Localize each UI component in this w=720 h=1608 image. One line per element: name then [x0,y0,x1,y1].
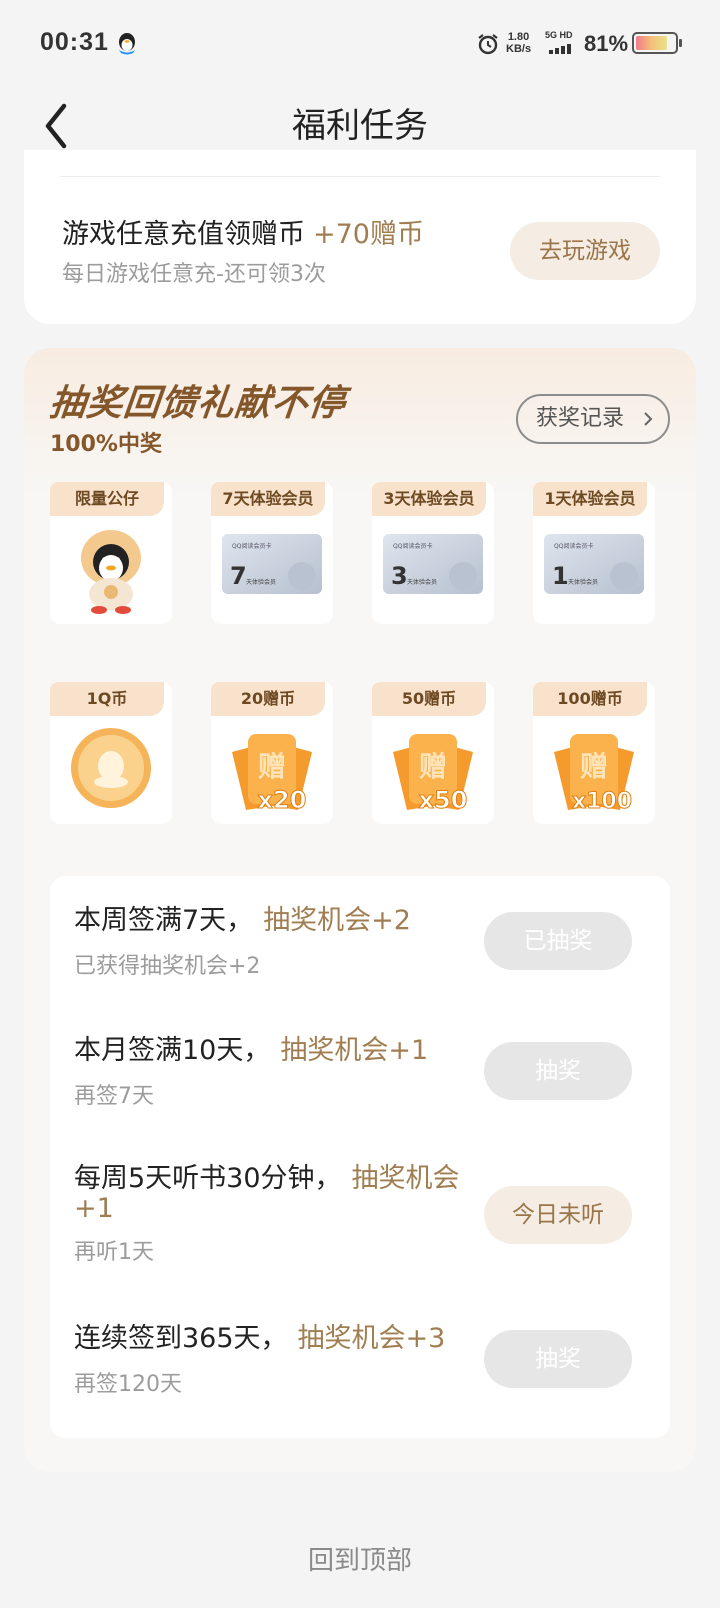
lottery-task-list: 本周签满7天， 抽奖机会+2 已获得抽奖机会+2 已抽奖 本月签满10天， 抽奖机会… [50,876,670,1438]
network-type: 5G HD [545,30,573,40]
prize-label: 100赠币 [533,682,647,716]
game-task-reward: +70赠币 [313,219,424,250]
signal-indicator: 5G HD [545,30,581,56]
svg-text:天体验会员: 天体验会员 [246,578,276,586]
list-item: 连续签到365天， 抽奖机会+3 再签120天 抽奖 [50,1324,670,1434]
list-item: 每周5天听书30分钟， 抽奖机会+1 再听1天 今日未听 [50,1164,670,1294]
penguin-doll-icon [81,530,141,614]
task-title: 本月签满10天， 抽奖机会+1 [74,1035,429,1066]
prize-label: 20赠币 [211,682,325,716]
task-reward: 抽奖机会+3 [297,1323,446,1354]
prize-item-member-3: 3天体验会员 QQ阅读会员卡 3 天体验会员 [372,482,494,624]
svg-text:x50: x50 [419,786,468,814]
battery-icon [632,32,682,54]
game-task-card: 游戏任意充值领赠币 +70赠币 每日游戏任意充-还可领3次 去玩游戏 [24,150,696,324]
prize-item-qcoin: 1Q币 [50,682,172,824]
member-card-icon: QQ阅读会员卡 7 天体验会员 [222,534,322,594]
not-listened-today-button[interactable]: 今日未听 [484,1186,632,1244]
task-subtitle: 再签120天 [74,1372,182,1397]
list-item: 本周签满7天， 抽奖机会+2 已获得抽奖机会+2 已抽奖 [50,906,670,1016]
member-card-icon: QQ阅读会员卡 1 天体验会员 [544,534,644,594]
task-subtitle: 再听1天 [74,1240,154,1265]
gift-coin-icon: 赠 x100 [554,734,634,814]
prize-label: 50赠币 [372,682,486,716]
lottery-title: 抽奖回馈礼献不停 [47,383,348,424]
chevron-right-icon [644,412,653,426]
lottery-card: 抽奖回馈礼献不停 100%中奖 获奖记录 限量公仔 7天体验会员 QQ阅读会员卡… [24,348,696,1472]
battery-percent: 81% [584,31,629,56]
svg-text:赠: 赠 [258,750,286,783]
task-reward: 抽奖机会+2 [263,905,411,936]
qq-notification-icon [119,33,135,55]
signal-bars-icon [549,44,571,54]
svg-text:x100: x100 [572,789,632,814]
svg-text:x20: x20 [258,786,307,814]
svg-text:赠: 赠 [580,750,608,783]
prize-label: 3天体验会员 [372,482,486,516]
task-title: 连续签到365天， 抽奖机会+3 [74,1323,446,1354]
task-subtitle: 再签7天 [74,1084,154,1109]
draw-button[interactable]: 抽奖 [484,1042,632,1100]
prize-label: 1天体验会员 [533,482,647,516]
lottery-subtitle: 100%中奖 [50,432,162,457]
prize-item-doll: 限量公仔 [50,482,172,624]
svg-text:7: 7 [230,562,247,590]
gift-coin-icon: 赠 x20 [232,734,312,814]
draw-button[interactable]: 抽奖 [484,1330,632,1388]
prize-item-coin-20: 20赠币 赠 x20 [211,682,333,824]
prize-item-member-1: 1天体验会员 QQ阅读会员卡 1 天体验会员 [533,482,655,624]
game-task-title: 游戏任意充值领赠币 +70赠币 [62,219,424,250]
list-item: 本月签满10天， 抽奖机会+1 再签7天 抽奖 [50,1036,670,1146]
game-task-subtitle: 每日游戏任意充-还可领3次 [62,262,326,287]
svg-text:天体验会员: 天体验会员 [407,578,437,586]
divider [60,176,660,177]
svg-text:3: 3 [391,562,408,590]
back-to-top-link[interactable]: 回到顶部 [0,1540,720,1577]
svg-text:1: 1 [552,562,569,590]
prize-item-coin-100: 100赠币 赠 x100 [533,682,655,824]
alarm-icon [478,34,498,55]
page-title: 福利任务 [292,106,428,146]
svg-text:QQ阅读会员卡: QQ阅读会员卡 [554,542,593,550]
prize-item-member-7: 7天体验会员 QQ阅读会员卡 7 天体验会员 [211,482,333,624]
svg-text:QQ阅读会员卡: QQ阅读会员卡 [232,542,271,550]
play-game-button[interactable]: 去玩游戏 [510,222,660,280]
svg-text:QQ阅读会员卡: QQ阅读会员卡 [393,542,432,550]
q-coin-icon [71,728,151,808]
status-time: 00:31 [40,28,109,56]
prize-label: 7天体验会员 [211,482,325,516]
prize-item-coin-50: 50赠币 赠 x50 [372,682,494,824]
drawn-button[interactable]: 已抽奖 [484,912,632,970]
prize-label: 限量公仔 [50,482,164,516]
prize-record-button[interactable]: 获奖记录 [516,394,670,444]
member-card-icon: QQ阅读会员卡 3 天体验会员 [383,534,483,594]
task-subtitle: 已获得抽奖机会+2 [74,954,261,979]
task-title: 本周签满7天， 抽奖机会+2 [74,905,411,936]
task-title: 每周5天听书30分钟， 抽奖机会+1 [74,1163,460,1224]
status-bar: 00:31 1.80 KB/s 5G HD 81% [0,0,720,88]
gift-coin-icon: 赠 x50 [393,734,473,814]
svg-text:赠: 赠 [419,750,447,783]
prize-label: 1Q币 [50,682,164,716]
network-speed: 1.80 KB/s [506,31,532,55]
svg-text:天体验会员: 天体验会员 [568,578,598,586]
task-reward: 抽奖机会+1 [280,1035,429,1066]
